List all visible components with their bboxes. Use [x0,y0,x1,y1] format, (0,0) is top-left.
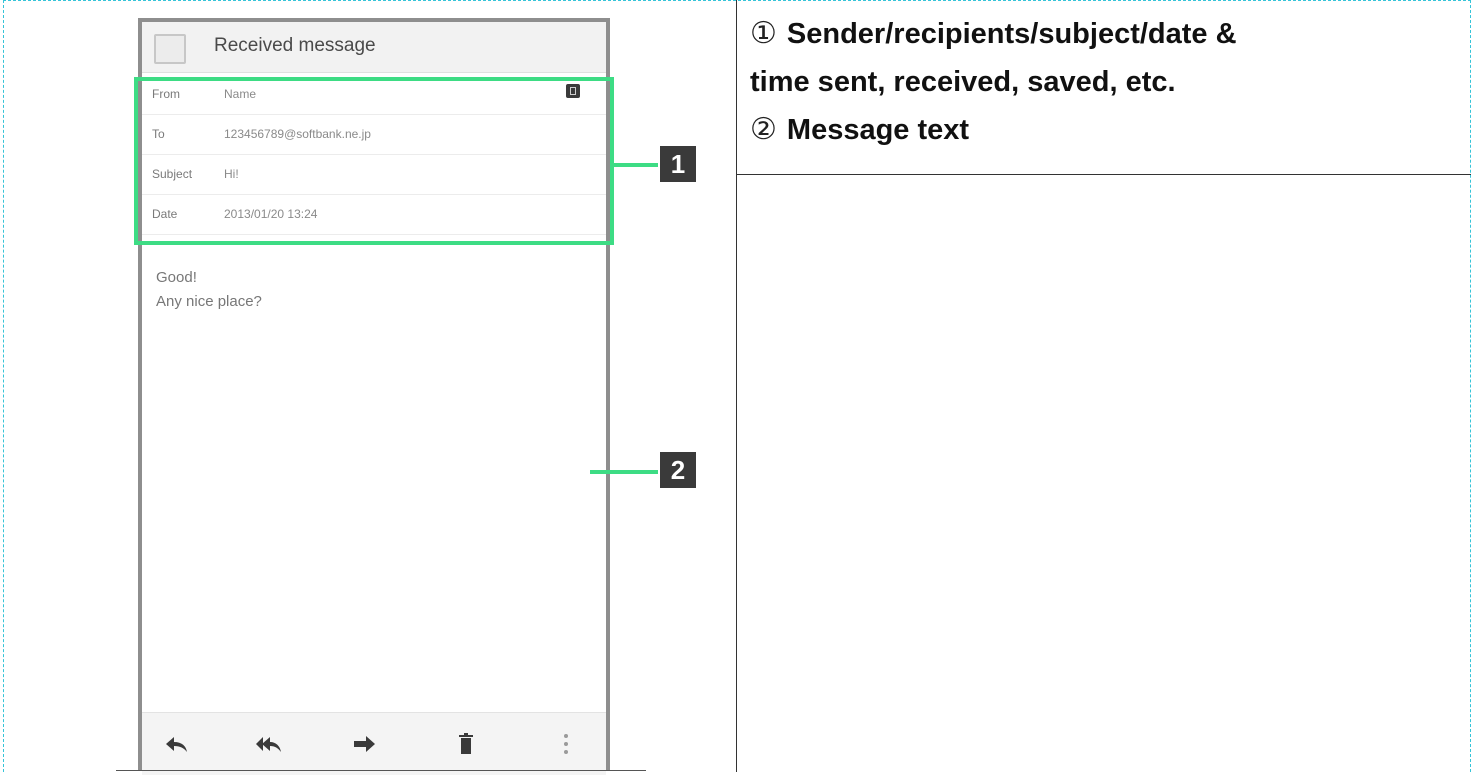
item-1-number: ① [750,17,777,50]
callout-2: 2 [660,452,696,488]
frame-bottom-line [116,770,646,771]
body-line: Any nice place? [156,293,262,310]
forward-icon[interactable] [350,731,378,757]
column-divider [736,0,737,772]
info-highlight [134,77,614,245]
item-1-line-2: time sent, received, saved, etc. [750,66,1176,98]
item-2-number: ② [750,113,777,146]
row-divider [737,174,1471,175]
item-1-text: Sender/recipients/subject/date & [786,18,1237,50]
item-2-text: Message text [786,114,970,146]
action-toolbar [142,712,606,775]
app-header: Received message [142,22,606,73]
callout-1-leader [614,163,658,167]
callout-1: 1 [660,146,696,182]
item-1-line-1: ① Sender/recipients/subject/date & [750,10,1465,58]
reply-all-icon[interactable] [254,731,282,757]
app-icon[interactable] [154,34,186,64]
reply-icon[interactable] [162,731,190,757]
callout-2-leader [590,470,658,474]
message-body: Good! Any nice place? [156,266,262,314]
delete-icon[interactable] [452,731,480,757]
more-icon[interactable] [552,731,580,757]
item-2-line: ② Message text [750,106,1465,154]
header-title: Received message [214,35,376,56]
body-line: Good! [156,269,197,286]
description-text: ① Sender/recipients/subject/date & time s… [750,10,1465,154]
